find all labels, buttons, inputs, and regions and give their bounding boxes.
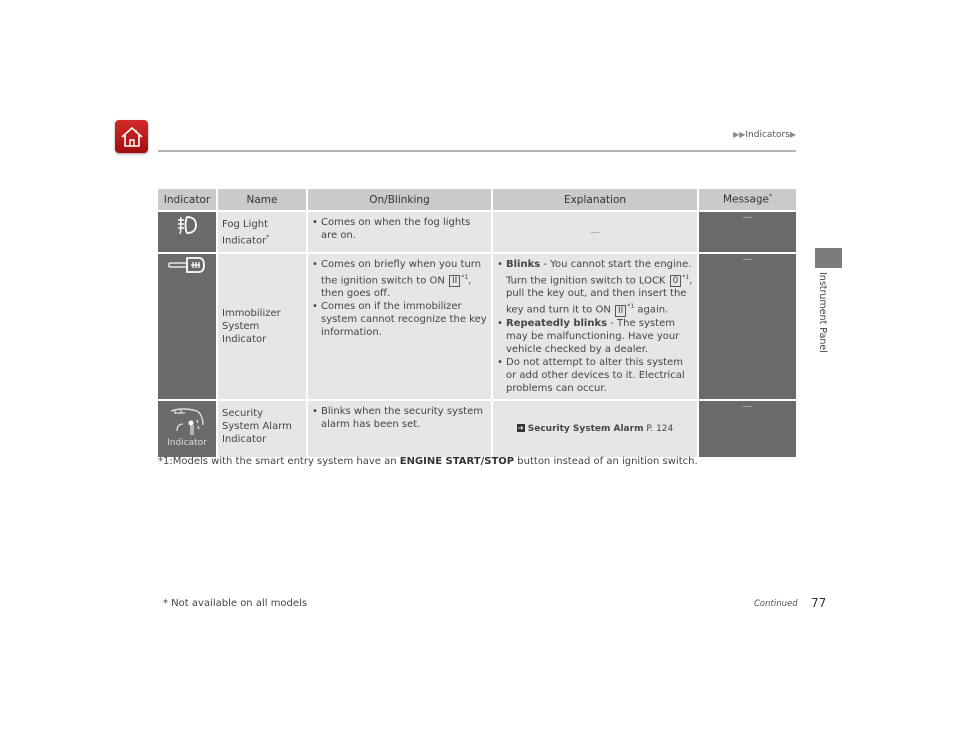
bullet-item: • Blinks - You cannot start the engine. T… (497, 258, 693, 317)
empty-dash: — (590, 226, 600, 238)
bullet-text: Blinks - You cannot start the engine. Tu… (506, 258, 693, 317)
indicator-name-text: Fog Light Indicator (222, 219, 268, 247)
column-header-on-blinking: On/Blinking (308, 189, 491, 210)
table-row: Indicator Security System Alarm Indicato… (158, 400, 796, 457)
breadcrumb-arrow-icon: ▶ (789, 130, 796, 139)
fog-light-icon (178, 216, 197, 235)
bullet: • (497, 356, 503, 368)
bullet-item: • Comes on when the fog lights are on. (312, 216, 487, 242)
bold-term: Repeatedly blinks (506, 317, 608, 329)
on-blinking-cell: • Blinks when the security system alarm h… (308, 400, 491, 457)
ignition-position-key: II (615, 304, 627, 317)
bullet: • (312, 405, 318, 417)
indicator-name: Immobilizer System Indicator (218, 254, 306, 399)
security-alarm-icon (170, 407, 204, 435)
breadcrumb-section[interactable]: Indicators (745, 130, 789, 140)
home-button[interactable] (115, 120, 148, 153)
bullet: • (497, 259, 503, 270)
footnote-marker: * (769, 193, 773, 201)
explanation-cell: — (493, 212, 697, 252)
continued-label: Continued (754, 599, 798, 609)
column-header-explanation: Explanation (493, 189, 697, 210)
page-number: 77 (811, 596, 827, 610)
message-cell: — (699, 400, 796, 457)
explanation-cell: ➔ Security System Alarm P. 124 (493, 400, 697, 457)
bullet-item: • Do not attempt to alter this system or … (497, 356, 693, 395)
bullet-text: Comes on briefly when you turn the ignit… (321, 258, 487, 300)
on-blinking-cell: • Comes on when the fog lights are on. (308, 212, 491, 252)
indicator-name: Security System Alarm Indicator (218, 400, 306, 457)
indicator-name-text: Immobilizer System Indicator (222, 307, 281, 345)
section-tab[interactable] (815, 248, 842, 268)
empty-dash: — (742, 212, 753, 223)
bullet-text: Comes on when the fog lights are on. (321, 217, 471, 241)
indicator-name-text: Security System Alarm Indicator (222, 407, 292, 445)
breadcrumb[interactable]: ▶▶Indicators▶ (733, 130, 796, 140)
bullet-item: • Comes on briefly when you turn the igni… (312, 258, 487, 300)
message-cell: — (699, 212, 796, 252)
breadcrumb-arrow-icon: ▶▶ (733, 130, 746, 139)
message-cell: — (699, 254, 796, 399)
xref-arrow-icon: ➔ (516, 424, 525, 433)
table-header-row: Indicator Name On/Blinking Explanation M… (158, 189, 796, 210)
ignition-position-key: 0 (669, 275, 682, 288)
xref-title: Security System Alarm (527, 423, 644, 434)
footnote-ignition: *1:Models with the smart entry system ha… (158, 456, 698, 467)
table-row: Immobilizer System Indicator • Comes on b… (158, 254, 796, 399)
footnote-marker: * (266, 234, 270, 241)
indicator-table: Indicator Name On/Blinking Explanation M… (156, 187, 798, 459)
bold-term: Blinks (506, 259, 541, 270)
bullet-item: • Comes on if the immobilizer system cann… (312, 300, 487, 339)
column-header-message: Message* (699, 189, 796, 210)
bullet-text: Repeatedly blinks - The system may be ma… (506, 317, 693, 356)
section-tab-label: Instrument Panel (817, 272, 828, 353)
bullet: • (312, 217, 318, 228)
bullet-item: • Blinks when the security system alarm h… (312, 405, 487, 431)
footnote-bold: ENGINE START/STOP (399, 456, 515, 467)
bullet-text: Blinks when the security system alarm ha… (321, 405, 483, 430)
indicator-cell: Indicator (158, 400, 216, 457)
indicator-cell (158, 212, 216, 252)
ignition-position-key: II (449, 275, 461, 288)
column-header-name: Name (218, 189, 306, 210)
cross-reference-link[interactable]: ➔ Security System Alarm P. 124 (516, 423, 674, 434)
indicator-name: Fog Light Indicator* (218, 212, 306, 252)
empty-dash: — (742, 400, 753, 412)
table-row: Fog Light Indicator* • Comes on when the … (158, 212, 796, 252)
availability-note: * Not available on all models (163, 598, 308, 609)
icon-caption: Indicator (167, 437, 207, 448)
bullet-item: • Repeatedly blinks - The system may be m… (497, 317, 693, 356)
footnote-text: button instead of an ignition switch. (514, 456, 698, 467)
bullet-text: Comes on if the immobilizer system canno… (321, 301, 487, 339)
empty-dash: — (742, 254, 753, 265)
bullet-text: Do not attempt to alter this system or a… (506, 356, 685, 394)
immobilizer-key-icon (168, 257, 205, 273)
text-segment: again. (634, 304, 669, 316)
indicator-cell (158, 254, 216, 399)
header-divider (158, 150, 796, 152)
column-header-message-text: Message (722, 193, 770, 206)
home-icon (120, 126, 143, 147)
bullet: • (497, 317, 503, 329)
explanation-cell: • Blinks - You cannot start the engine. T… (493, 254, 697, 399)
on-blinking-cell: • Comes on briefly when you turn the igni… (308, 254, 491, 399)
footnote-text: *1:Models with the smart entry system ha… (158, 456, 400, 467)
column-header-indicator: Indicator (158, 189, 216, 210)
xref-page: P. 124 (646, 423, 674, 434)
bullet: • (312, 301, 318, 313)
bullet: • (312, 259, 318, 270)
